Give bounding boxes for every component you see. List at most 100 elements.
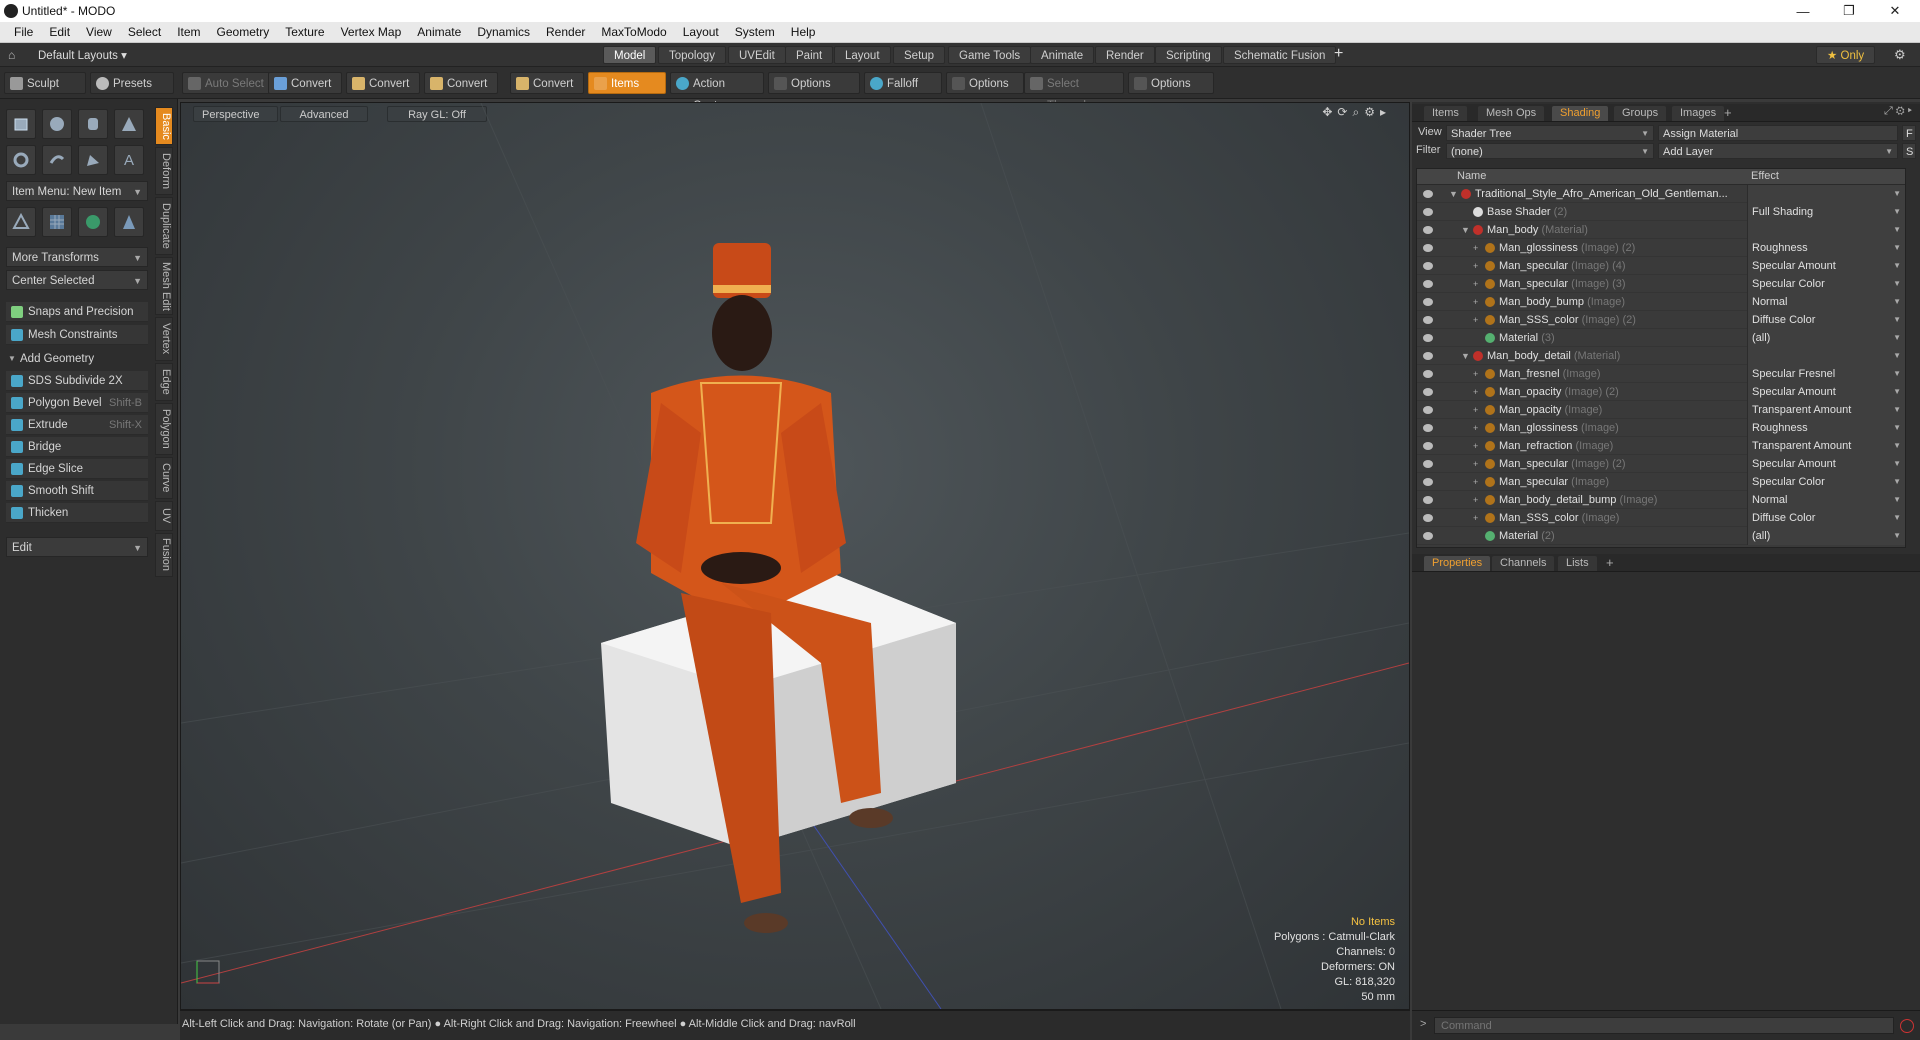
pen-icon[interactable]: [78, 145, 108, 175]
visibility-eye-icon[interactable]: [1423, 190, 1433, 198]
visibility-eye-icon[interactable]: [1423, 334, 1433, 342]
shader-tree-row[interactable]: + Man_body_detail_bump (Image) Normal ▼: [1417, 491, 1905, 509]
expand-toggle[interactable]: +: [1473, 419, 1478, 437]
action-center-button[interactable]: Action Center: [670, 72, 764, 112]
add-panel-tab-button[interactable]: +: [1724, 105, 1732, 120]
cube-icon[interactable]: [6, 109, 36, 139]
items-mode-button[interactable]: Items: [588, 72, 666, 94]
effect-dropdown[interactable]: (all) ▼: [1747, 527, 1905, 545]
shader-tree-row[interactable]: + Man_opacity (Image) Transparent Amount ▼: [1417, 401, 1905, 419]
shader-tree-row[interactable]: ▼ Man_body (Material) ▼: [1417, 221, 1905, 239]
expand-toggle[interactable]: ▼: [1449, 185, 1458, 203]
presets-button[interactable]: Presets F6: [90, 72, 174, 112]
effect-dropdown[interactable]: Diffuse Color ▼: [1747, 509, 1905, 527]
effect-dropdown[interactable]: Roughness ▼: [1747, 419, 1905, 437]
center-selected-dropdown[interactable]: Center Selected ▼: [6, 270, 148, 290]
record-icon[interactable]: [1900, 1019, 1914, 1033]
menu-geometry[interactable]: Geometry: [209, 25, 278, 39]
menu-animate[interactable]: Animate: [409, 25, 469, 39]
command-input[interactable]: [1434, 1017, 1894, 1034]
visibility-eye-icon[interactable]: [1423, 244, 1433, 252]
item-menu-dropdown[interactable]: Item Menu: New Item ▼: [6, 181, 148, 201]
col-name[interactable]: Name: [1457, 170, 1486, 182]
expand-toggle[interactable]: +: [1473, 455, 1478, 473]
visibility-eye-icon[interactable]: [1423, 226, 1433, 234]
expand-toggle[interactable]: +: [1473, 437, 1478, 455]
effect-dropdown[interactable]: Diffuse Color ▼: [1747, 311, 1905, 329]
add-tab-button[interactable]: +: [1334, 45, 1343, 63]
menu-layout[interactable]: Layout: [675, 25, 727, 39]
extrude-button[interactable]: Extrude Shift-X: [6, 415, 148, 435]
expand-toggle[interactable]: +: [1473, 365, 1478, 383]
vtab-fusion[interactable]: Fusion: [155, 533, 173, 577]
visibility-eye-icon[interactable]: [1423, 262, 1433, 270]
effect-dropdown[interactable]: Transparent Amount ▼: [1747, 437, 1905, 455]
filter-dropdown[interactable]: (none) ▼: [1446, 143, 1654, 159]
menu-render[interactable]: Render: [538, 25, 593, 39]
tab-model[interactable]: Model: [603, 46, 657, 64]
sphere-icon[interactable]: [42, 109, 72, 139]
vtab-edge[interactable]: Edge: [155, 363, 173, 401]
expand-toggle[interactable]: +: [1473, 257, 1478, 275]
shader-tree-row[interactable]: + Man_fresnel (Image) Specular Fresnel ▼: [1417, 365, 1905, 383]
shader-tree-row[interactable]: + Man_specular (Image) Specular Color ▼: [1417, 473, 1905, 491]
expand-toggle[interactable]: ▼: [1461, 347, 1470, 365]
vtab-duplicate[interactable]: Duplicate: [155, 197, 173, 255]
bridge-button[interactable]: Bridge: [6, 437, 148, 457]
edit-dropdown[interactable]: Edit ▼: [6, 537, 148, 557]
options-button-3[interactable]: Options: [1128, 72, 1214, 94]
auto-select-button[interactable]: Auto Select: [182, 72, 275, 94]
assign-material-key[interactable]: F: [1902, 125, 1916, 141]
options-button-1[interactable]: Options: [768, 72, 860, 94]
expand-toggle[interactable]: +: [1473, 275, 1478, 293]
close-button[interactable]: ✕: [1872, 0, 1918, 22]
tab-animate[interactable]: Animate: [1030, 46, 1095, 64]
expand-toggle[interactable]: +: [1473, 473, 1478, 491]
vtab-mesh-edit[interactable]: Mesh Edit: [155, 257, 173, 315]
add-properties-tab-button[interactable]: +: [1606, 555, 1614, 570]
shader-tree-row[interactable]: Base Shader (2) Full Shading ▼: [1417, 203, 1905, 221]
locator-icon[interactable]: [6, 207, 36, 237]
polygon-bevel-button[interactable]: Polygon Bevel Shift-B: [6, 393, 148, 413]
visibility-eye-icon[interactable]: [1423, 388, 1433, 396]
sds-subdivide-button[interactable]: SDS Subdivide 2X: [6, 371, 148, 391]
thicken-button[interactable]: Thicken: [6, 503, 148, 523]
expand-toggle[interactable]: +: [1473, 509, 1478, 527]
shader-tree-row[interactable]: + Man_refraction (Image) Transparent Amoun…: [1417, 437, 1905, 455]
effect-dropdown[interactable]: (all) ▼: [1747, 329, 1905, 347]
convert-vertices-button[interactable]: Convert: [268, 72, 343, 94]
vtab-deform[interactable]: Deform: [155, 147, 173, 195]
tab-uvedit[interactable]: UVEdit: [728, 46, 786, 64]
minimize-button[interactable]: —: [1780, 0, 1826, 22]
expand-toggle[interactable]: +: [1473, 239, 1478, 257]
text-icon[interactable]: A: [114, 145, 144, 175]
shader-tree-row[interactable]: + Man_specular (Image) (2) Specular Amount…: [1417, 455, 1905, 473]
shader-tree-row[interactable]: + Man_SSS_color (Image) Diffuse Color ▼: [1417, 509, 1905, 527]
visibility-eye-icon[interactable]: [1423, 496, 1433, 504]
visibility-eye-icon[interactable]: [1423, 280, 1433, 288]
visibility-eye-icon[interactable]: [1423, 532, 1433, 540]
menu-vertex-map[interactable]: Vertex Map: [333, 25, 410, 39]
capsule-icon[interactable]: [42, 145, 72, 175]
col-effect[interactable]: Effect: [1751, 170, 1779, 182]
vtab-curve[interactable]: Curve: [155, 457, 173, 499]
shader-tree-row[interactable]: + Man_SSS_color (Image) (2) Diffuse Color ▼: [1417, 311, 1905, 329]
tab-setup[interactable]: Setup: [893, 46, 946, 64]
expand-toggle[interactable]: ▼: [1461, 221, 1470, 239]
effect-dropdown[interactable]: Specular Color ▼: [1747, 275, 1905, 293]
vtab-vertex[interactable]: Vertex: [155, 317, 173, 361]
gear-icon[interactable]: ⚙: [1894, 47, 1906, 63]
effect-dropdown[interactable]: ▼: [1747, 221, 1905, 239]
falloff-button[interactable]: Falloff: [864, 72, 942, 94]
edge-slice-button[interactable]: Edge Slice: [6, 459, 148, 479]
tab-items[interactable]: Items: [1424, 106, 1467, 121]
tab-layout[interactable]: Layout: [834, 46, 891, 64]
expand-toggle[interactable]: +: [1473, 383, 1478, 401]
shader-tree-row[interactable]: + Man_glossiness (Image) (2) Roughness ▼: [1417, 239, 1905, 257]
panel-settings-icon[interactable]: ⤢ ⚙ ▸: [1884, 105, 1912, 118]
menu-file[interactable]: File: [6, 25, 41, 39]
mesh-constraints-button[interactable]: Mesh Constraints: [6, 325, 148, 345]
effect-dropdown[interactable]: Normal ▼: [1747, 293, 1905, 311]
expand-toggle[interactable]: +: [1473, 401, 1478, 419]
view-dropdown[interactable]: Shader Tree ▼: [1446, 125, 1654, 141]
